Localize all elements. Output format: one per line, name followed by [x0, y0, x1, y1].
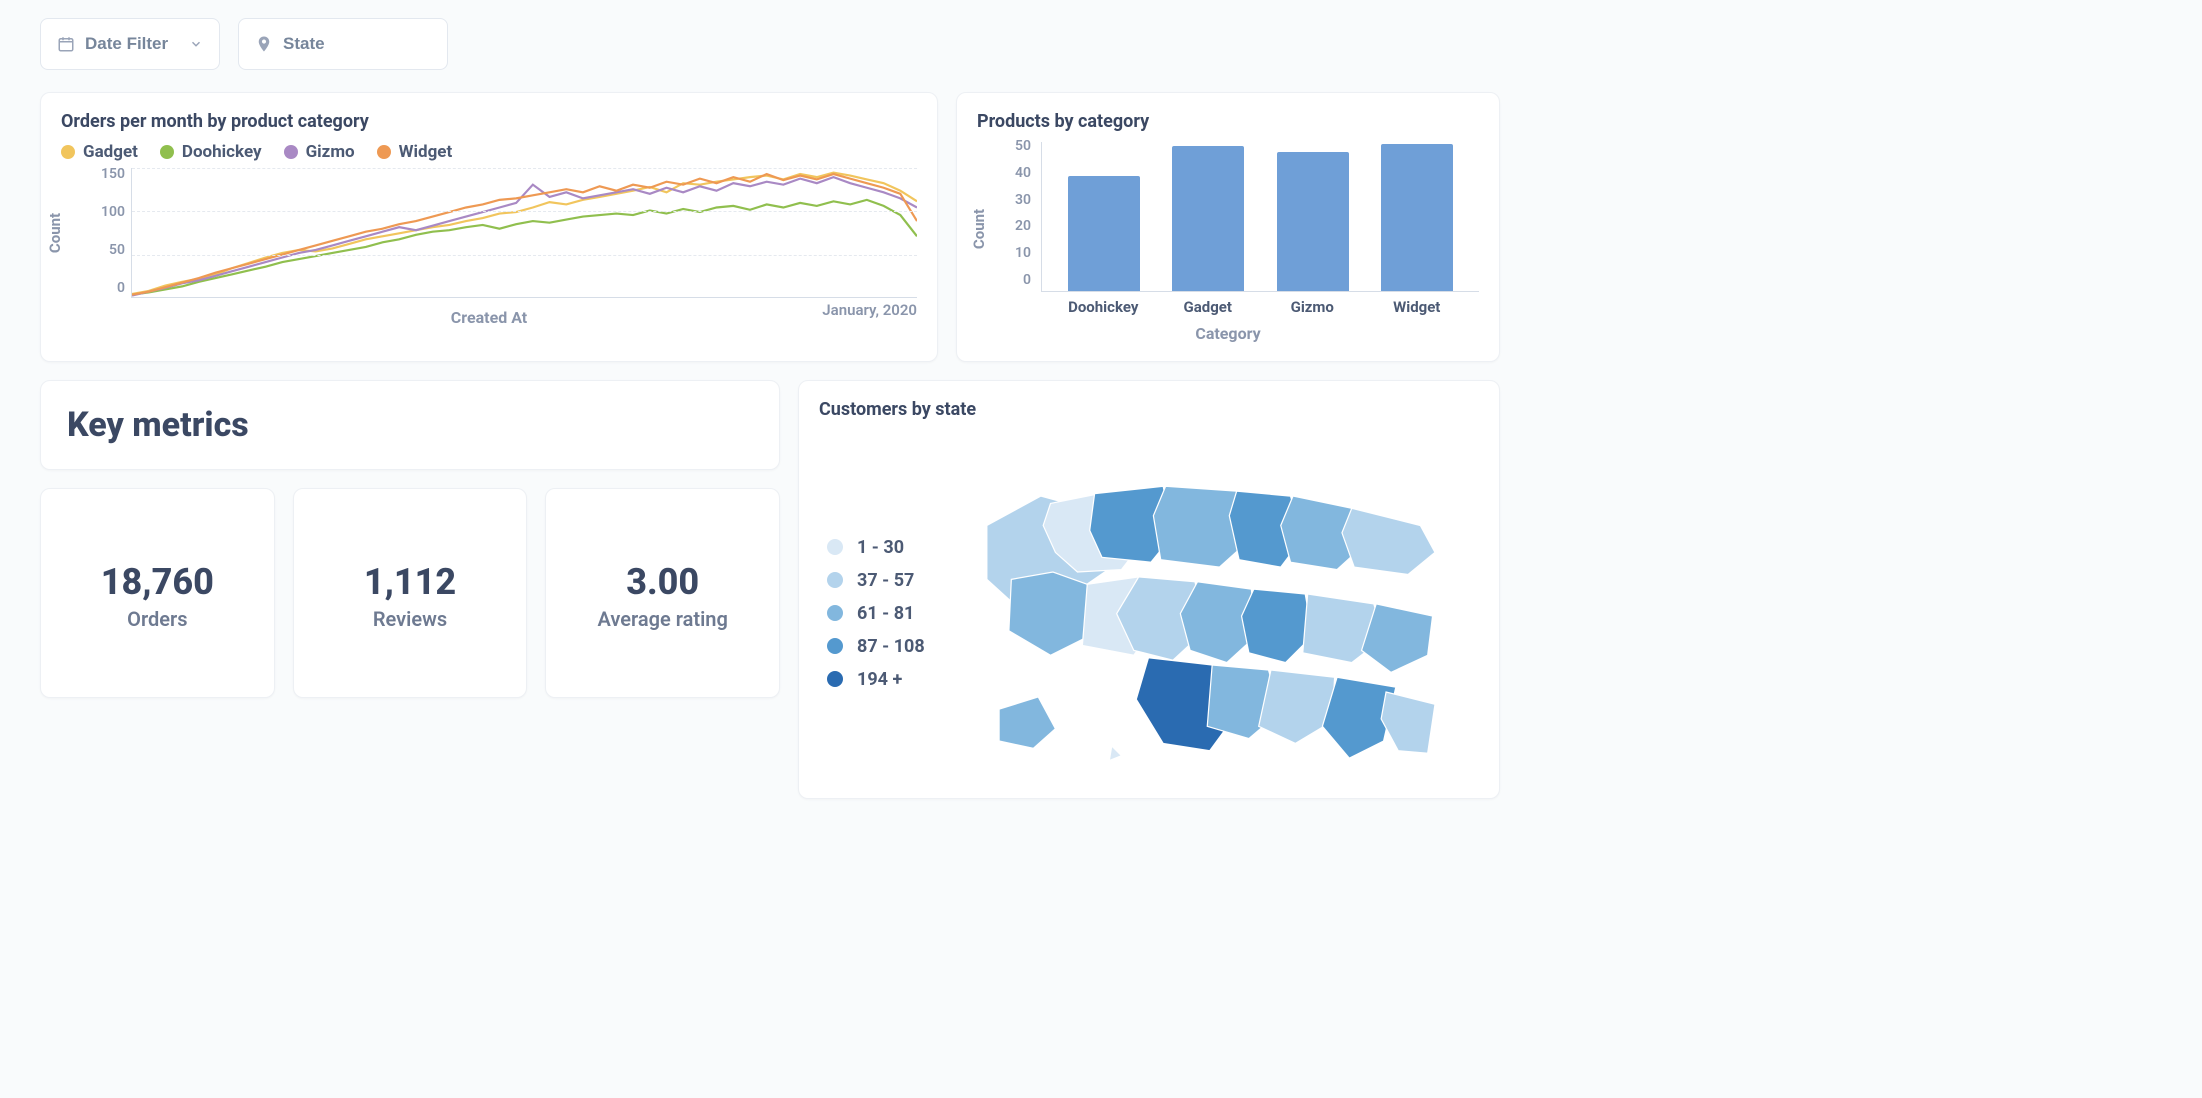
legend-dot-icon [61, 145, 75, 159]
y-axis-label: Count [970, 209, 988, 249]
legend-label: Doohickey [182, 142, 262, 162]
y-tick: 0 [1007, 272, 1031, 288]
legend-label: Gizmo [306, 142, 355, 162]
line-series [132, 174, 917, 295]
legend-dot-icon [827, 638, 843, 654]
legend-dot-icon [827, 605, 843, 621]
metric-value: 1,112 [364, 561, 456, 603]
key-metrics-heading: Key metrics [67, 405, 753, 445]
legend-item[interactable]: Doohickey [160, 142, 262, 162]
card-key-metrics-title: Key metrics [40, 380, 780, 470]
key-metrics-row: 18,760 Orders 1,112 Reviews 3.00 Average rati… [40, 488, 780, 698]
chart-title: Products by category [977, 111, 1479, 132]
chart-title: Customers by state [819, 399, 1479, 420]
bar[interactable] [1068, 176, 1140, 291]
metric-value: 3.00 [626, 561, 699, 603]
line-series [132, 200, 917, 295]
location-icon [255, 35, 273, 53]
y-tick: 150 [97, 166, 125, 182]
line-series [132, 173, 917, 294]
bar[interactable] [1381, 144, 1453, 291]
chart-title: Orders per month by product category [61, 111, 917, 132]
legend-label: 37 - 57 [857, 570, 914, 591]
y-tick: 50 [97, 242, 125, 258]
y-axis-label: Count [46, 213, 64, 253]
filter-bar: Date Filter State [40, 18, 1500, 70]
us-map[interactable] [945, 446, 1479, 780]
legend-label: 1 - 30 [857, 537, 904, 558]
chevron-down-icon [189, 37, 203, 51]
y-tick: 100 [97, 204, 125, 220]
legend-dot-icon [160, 145, 174, 159]
x-axis-label: Created At [61, 308, 917, 327]
y-tick: 10 [1007, 245, 1031, 261]
date-filter-label: Date Filter [85, 34, 168, 54]
bar-category-label: Doohickey [1067, 298, 1139, 316]
bar-category-label: Gizmo [1276, 298, 1348, 316]
metric-value: 18,760 [101, 561, 214, 603]
calendar-icon [57, 35, 75, 53]
legend-label: 194 + [857, 669, 902, 690]
legend-item[interactable]: Gadget [61, 142, 138, 162]
legend-label: Gadget [83, 142, 138, 162]
bar-plot[interactable] [1041, 142, 1479, 292]
metric-label: Reviews [373, 607, 447, 631]
state-filter-button[interactable]: State [238, 18, 448, 70]
line-plot[interactable]: January, 2020 [131, 168, 917, 298]
map-legend-item: 61 - 81 [827, 603, 925, 624]
map-legend-item: 37 - 57 [827, 570, 925, 591]
bar-category-label: Gadget [1172, 298, 1244, 316]
date-filter-button[interactable]: Date Filter [40, 18, 220, 70]
legend-item[interactable]: Gizmo [284, 142, 355, 162]
card-customers-map: Customers by state 1 - 30 37 - 57 61 - 81 8… [798, 380, 1500, 799]
bar[interactable] [1172, 146, 1244, 291]
card-products-bar: Products by category Count 50 40 30 20 10 0 D… [956, 92, 1500, 362]
legend-label: Widget [399, 142, 453, 162]
metric-card[interactable]: 18,760 Orders [40, 488, 275, 698]
map-legend-item: 87 - 108 [827, 636, 925, 657]
y-tick: 30 [1007, 192, 1031, 208]
x-axis-label: Category [977, 324, 1479, 343]
y-tick: 20 [1007, 218, 1031, 234]
legend-dot-icon [827, 671, 843, 687]
metric-label: Orders [127, 607, 187, 631]
legend-item[interactable]: Widget [377, 142, 453, 162]
y-tick: 40 [1007, 165, 1031, 181]
map-legend-item: 194 + [827, 669, 925, 690]
metric-card[interactable]: 1,112 Reviews [293, 488, 528, 698]
legend-dot-icon [827, 572, 843, 588]
metric-card[interactable]: 3.00 Average rating [545, 488, 780, 698]
card-orders-line: Orders per month by product category Gad… [40, 92, 938, 362]
metric-label: Average rating [598, 607, 728, 631]
legend-label: 61 - 81 [857, 603, 914, 624]
legend-dot-icon [377, 145, 391, 159]
state-filter-label: State [283, 34, 325, 54]
legend-label: 87 - 108 [857, 636, 925, 657]
bar-category-label: Widget [1381, 298, 1453, 316]
legend-dot-icon [827, 539, 843, 555]
y-tick: 0 [97, 280, 125, 296]
line-legend: Gadget Doohickey Gizmo Widget [61, 142, 917, 162]
legend-dot-icon [284, 145, 298, 159]
y-tick: 50 [1007, 138, 1031, 154]
map-legend-item: 1 - 30 [827, 537, 925, 558]
line-series [132, 177, 917, 295]
bar[interactable] [1277, 152, 1349, 291]
map-legend: 1 - 30 37 - 57 61 - 81 87 - 108 194 + [819, 537, 925, 690]
x-annotation: January, 2020 [822, 301, 917, 319]
